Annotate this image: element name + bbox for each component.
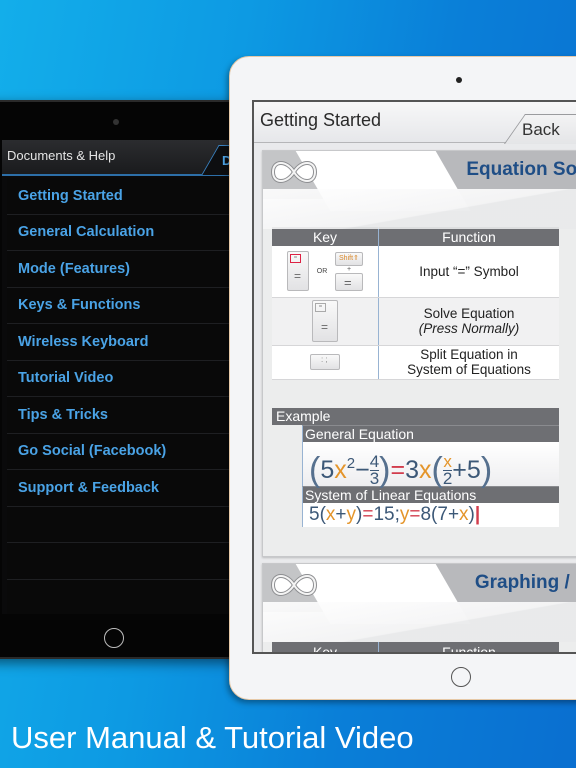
shift-equals-combo: Shift⇑ + = bbox=[335, 251, 364, 291]
documents-help-header: Documents & Help D bbox=[2, 140, 232, 176]
menu-item-go-social[interactable]: Go Social (Facebook) bbox=[7, 433, 232, 470]
menu-item-tutorial-video[interactable]: Tutorial Video bbox=[7, 360, 232, 397]
general-equation-expression: (5x2− 4 3)=3x(x 2 +5) bbox=[302, 441, 559, 489]
equals-key-icon: = bbox=[335, 272, 364, 291]
camera-dot bbox=[456, 77, 462, 83]
example-label: General Equation bbox=[302, 424, 559, 442]
example-block: Example General Equation (5x2− 4 3)=3x(x 2 +… bbox=[272, 407, 559, 527]
table-row: = = OR Shift⇑ + = Input “=” Symbol bbox=[272, 246, 559, 298]
home-button[interactable] bbox=[451, 667, 471, 687]
key-function-table: Key Function bbox=[272, 642, 559, 652]
tagline: User Manual & Tutorial Video bbox=[11, 720, 414, 755]
column-header-key: Key bbox=[272, 227, 379, 246]
menu-item-empty: . bbox=[7, 579, 232, 614]
equals-key-icon: = = bbox=[312, 300, 338, 342]
equals-key-icon: = = bbox=[286, 251, 309, 292]
key-function-table: Key Function = = OR Shift⇑ + = Input “=”… bbox=[272, 227, 559, 380]
linear-system-expression: 5(x+y)=15;y=8(7+x)| bbox=[302, 502, 559, 527]
page-title: Getting Started bbox=[260, 110, 382, 130]
infinity-icon bbox=[270, 574, 318, 596]
home-button[interactable] bbox=[104, 628, 124, 648]
section-title: Graphing / Plot bbox=[474, 572, 576, 593]
function-cell: Solve Equation (Press Normally) bbox=[378, 297, 559, 346]
menu-item-general-calculation[interactable]: General Calculation bbox=[7, 214, 232, 251]
dark-ipad-device: Documents & Help D Getting Started Gener… bbox=[0, 100, 264, 659]
table-row: = = Solve Equation (Press Normally) bbox=[272, 297, 559, 346]
menu-item-wireless-keyboard[interactable]: Wireless Keyboard bbox=[7, 324, 232, 361]
camera-dot bbox=[113, 119, 119, 125]
menu-item-getting-started[interactable]: Getting Started bbox=[7, 178, 232, 215]
key-cell: = = bbox=[272, 297, 379, 346]
key-cell: = = OR Shift⇑ + = bbox=[272, 246, 379, 298]
or-label: OR bbox=[316, 267, 328, 275]
function-cell: Input “=” Symbol bbox=[378, 246, 559, 298]
column-header-function: Function bbox=[378, 642, 559, 652]
section-banner: Equation Solver bbox=[263, 151, 576, 229]
back-button-label[interactable]: Back bbox=[522, 120, 560, 140]
key-cell: : ; bbox=[272, 345, 379, 380]
menu-item-keys-functions[interactable]: Keys & Functions bbox=[7, 287, 232, 324]
documents-help-screen: Documents & Help D Getting Started Gener… bbox=[2, 140, 232, 614]
example-header: Example bbox=[272, 407, 559, 425]
section-banner: Graphing / Plot bbox=[263, 564, 576, 642]
graphing-plot-section: Graphing / Plot Key Function bbox=[262, 563, 576, 652]
example-label: System of Linear Equations bbox=[302, 485, 559, 503]
section-title: Equation Solver bbox=[466, 159, 576, 180]
table-row: : ; Split Equation in System of Equation… bbox=[272, 345, 559, 380]
white-ipad-device: Getting Started Back Equation Solver Key bbox=[229, 56, 576, 700]
menu-item-empty: . bbox=[7, 543, 232, 580]
menu-item-support-feedback[interactable]: Support & Feedback bbox=[7, 470, 232, 507]
shift-key-icon: Shift⇑ bbox=[335, 251, 364, 266]
equation-solver-section: Equation Solver Key Function = = OR bbox=[262, 150, 576, 557]
menu-item-tips-tricks[interactable]: Tips & Tricks bbox=[7, 397, 232, 434]
menu-item-empty: . bbox=[7, 506, 232, 543]
getting-started-screen: Getting Started Back Equation Solver Key bbox=[252, 100, 576, 654]
getting-started-header: Getting Started Back bbox=[254, 102, 576, 144]
column-header-function: Function bbox=[378, 227, 559, 246]
column-header-key: Key bbox=[272, 642, 379, 652]
infinity-icon bbox=[270, 161, 318, 183]
menu-item-mode-features[interactable]: Mode (Features) bbox=[7, 251, 232, 288]
colon-key-icon: : ; bbox=[310, 354, 340, 371]
documents-help-title: Documents & Help bbox=[7, 148, 116, 163]
help-menu: Getting Started General Calculation Mode… bbox=[7, 178, 232, 614]
function-cell: Split Equation in System of Equations bbox=[378, 345, 559, 380]
